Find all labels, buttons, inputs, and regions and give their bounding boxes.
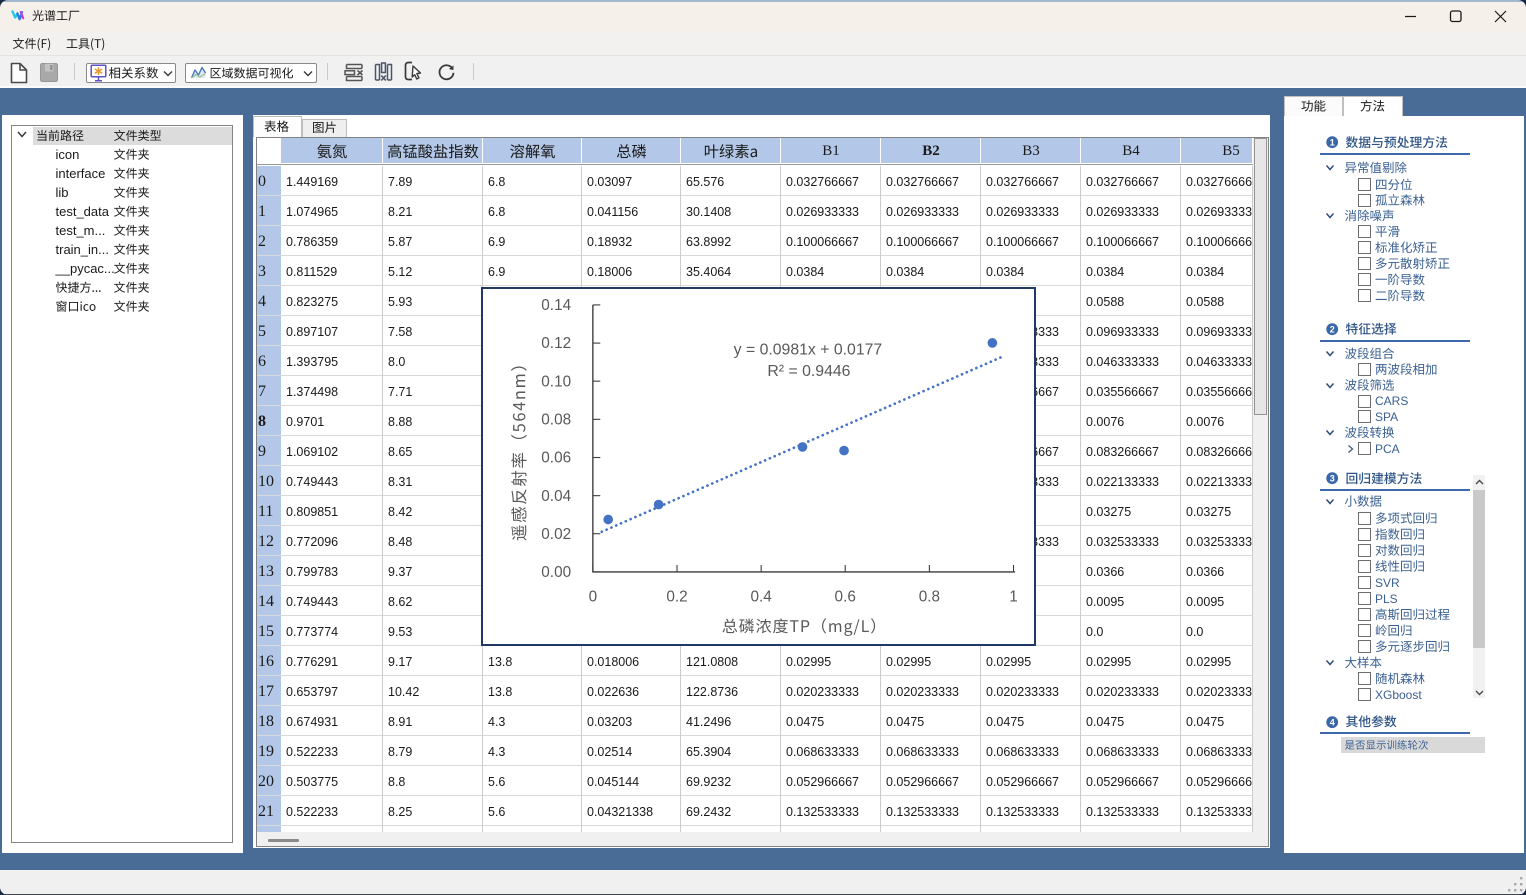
svg-text:0: 0 (589, 588, 598, 605)
svg-text:2: 2 (1330, 324, 1335, 334)
svg-text:0.2: 0.2 (666, 588, 687, 605)
svg-text:3: 3 (1330, 474, 1335, 484)
svg-text:0.02: 0.02 (541, 525, 571, 542)
svg-text:0.12: 0.12 (541, 335, 571, 352)
svg-text:R² = 0.9446: R² = 0.9446 (767, 363, 850, 380)
svg-text:0.8: 0.8 (919, 588, 940, 605)
svg-text:0.6: 0.6 (835, 588, 856, 605)
svg-text:0.00: 0.00 (541, 564, 571, 581)
svg-text:1: 1 (1009, 588, 1018, 605)
svg-text:0.08: 0.08 (541, 411, 571, 428)
svg-text:0.14: 0.14 (541, 297, 571, 314)
svg-text:0.10: 0.10 (541, 373, 571, 390)
svg-text:1: 1 (1330, 138, 1335, 148)
svg-text:0.4: 0.4 (751, 588, 773, 605)
svg-text:4: 4 (1330, 717, 1335, 727)
svg-text:0.04: 0.04 (541, 487, 571, 504)
svg-text:0.06: 0.06 (541, 449, 571, 466)
svg-text:y = 0.0981x + 0.0177: y = 0.0981x + 0.0177 (734, 341, 883, 358)
